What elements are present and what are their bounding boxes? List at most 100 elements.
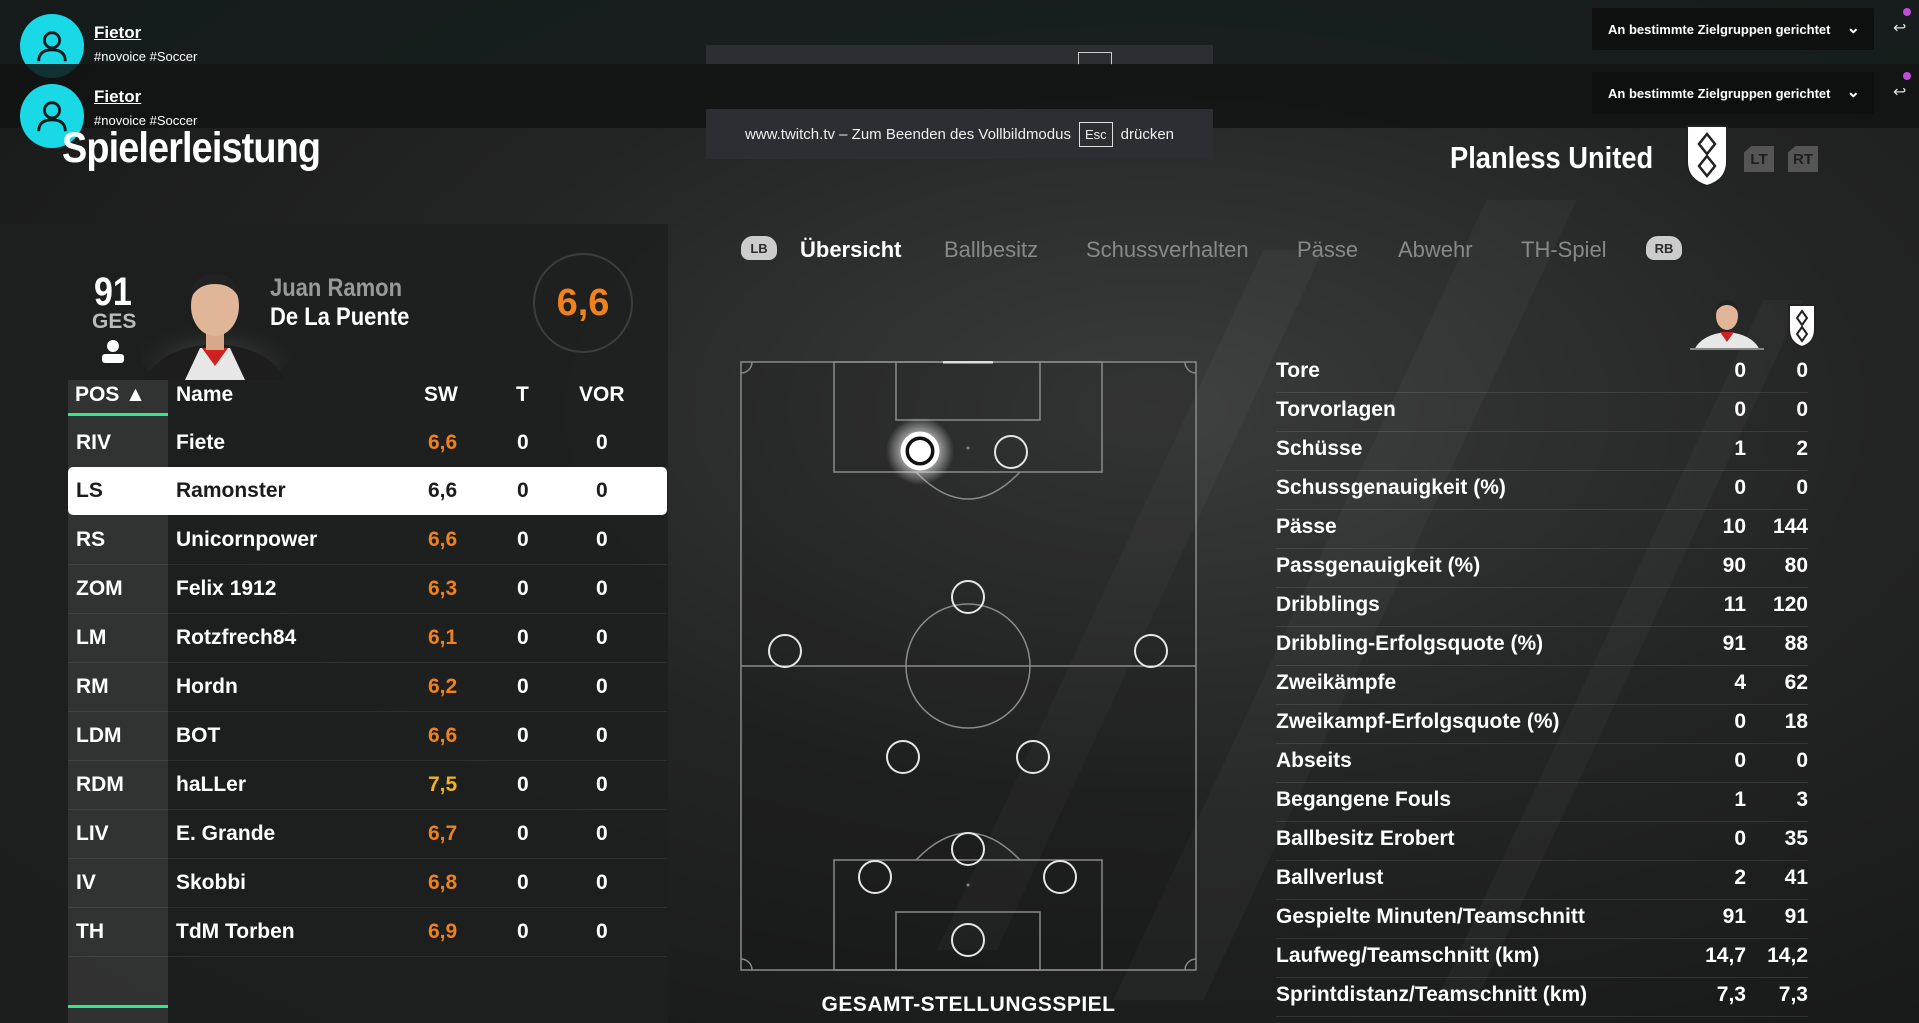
tab-uebersicht[interactable]: Übersicht	[800, 237, 901, 263]
tab-th-spiel[interactable]: TH-Spiel	[1521, 237, 1607, 263]
stat-row: Begangene Fouls 1 3	[1276, 782, 1808, 822]
overall-label: GES	[92, 310, 137, 333]
table-row[interactable]: RIV Fiete 6,6 0 0	[68, 419, 667, 468]
fullscreen-message: www.twitch.tv – Zum Beenden des Vollbild…	[706, 109, 1213, 159]
col-header-pos[interactable]: POS ▲	[75, 383, 146, 417]
tab-ballbesitz[interactable]: Ballbesitz	[944, 237, 1038, 263]
stat-team-value: 144	[1772, 515, 1808, 538]
player-first-name: Juan Ramon	[270, 274, 403, 302]
audience-button[interactable]: An bestimmte Zielgruppen gerichtet ⌄	[1592, 72, 1874, 114]
exit-icon[interactable]: ↩	[1893, 18, 1906, 37]
stat-team-value: 0	[1796, 398, 1808, 421]
table-row[interactable]: LDM BOT 6,6 0 0	[68, 712, 667, 761]
notification-dot	[1903, 8, 1911, 16]
cell-vor: 0	[596, 431, 608, 454]
cell-pos: LIV	[76, 822, 109, 845]
cell-name: BOT	[176, 724, 221, 747]
table-row[interactable]: LIV E. Grande 6,7 0 0	[68, 810, 667, 859]
lt-trigger-icon[interactable]: LT	[1744, 146, 1774, 172]
audience-button-ghost[interactable]: An bestimmte Zielgruppen gerichtet ⌄	[1592, 8, 1874, 50]
team-mini-crest-icon	[1788, 304, 1816, 349]
streamer-name[interactable]: Fietor	[94, 87, 141, 107]
stat-team-value: 0	[1796, 749, 1808, 772]
stat-player-value: 90	[1722, 554, 1746, 577]
user-icon	[37, 31, 67, 62]
stat-row: Laufweg/Teamschnitt (km) 14,7 14,2	[1276, 938, 1808, 978]
cell-name: Hordn	[176, 675, 238, 698]
stat-row: Tore 0 0	[1276, 353, 1808, 393]
stat-row: Schussgenauigkeit (%) 0 0	[1276, 470, 1808, 510]
lb-bumper-icon[interactable]: LB	[741, 236, 777, 260]
stat-label: Pässe	[1276, 515, 1337, 538]
cell-sw: 6,1	[428, 626, 458, 649]
stat-label: Ballverlust	[1276, 866, 1384, 889]
cell-sw: 6,6	[428, 431, 458, 454]
stat-row: Ballverlust 2 41	[1276, 860, 1808, 900]
cell-pos: RS	[76, 528, 106, 551]
cell-pos: RM	[76, 675, 109, 698]
streamer-name-ghost[interactable]: Fietor	[94, 23, 141, 43]
cell-name: Unicornpower	[176, 528, 318, 551]
pitch-label: GESAMT-STELLUNGSSPIEL	[821, 993, 1116, 1016]
cell-name: haLLer	[176, 773, 247, 796]
stat-player-value: 0	[1734, 710, 1746, 733]
stat-player-value: 14,7	[1705, 944, 1746, 967]
col-header-t[interactable]: T	[516, 383, 529, 417]
stat-row: Passgenauigkeit (%) 90 80	[1276, 548, 1808, 588]
rt-trigger-icon[interactable]: RT	[1788, 146, 1818, 172]
stat-player-value: 0	[1734, 827, 1746, 850]
table-row-selected[interactable]: LS Ramonster 6,6 0 0	[68, 467, 667, 515]
stream-tags-ghost: #novoice #Soccer	[94, 49, 198, 64]
cell-t: 0	[517, 822, 529, 845]
cell-vor: 0	[596, 626, 608, 649]
table-row[interactable]: RDM haLLer 7,5 0 0	[68, 761, 667, 810]
stat-row: Gespielte Minuten/Teamschnitt 91 91	[1276, 899, 1808, 939]
cell-pos: ZOM	[76, 577, 123, 600]
stat-team-value: 7,3	[1778, 983, 1808, 1006]
rb-bumper-icon[interactable]: RB	[1646, 236, 1682, 260]
cell-sw: 6,6	[428, 528, 458, 551]
table-row[interactable]: RS Unicornpower 6,6 0 0	[68, 516, 667, 565]
table-row[interactable]: ZOM Felix 1912 6,3 0 0	[68, 565, 667, 614]
stat-label: Abseits	[1276, 749, 1352, 772]
tab-abwehr[interactable]: Abwehr	[1398, 237, 1473, 263]
stat-player-value: 10	[1722, 515, 1746, 538]
col-header-name[interactable]: Name	[176, 383, 233, 417]
cell-sw: 6,6	[428, 724, 458, 747]
stat-player-value: 0	[1734, 359, 1746, 382]
col-header-sw[interactable]: SW	[424, 383, 458, 417]
table-row[interactable]: IV Skobbi 6,8 0 0	[68, 859, 667, 908]
cell-sw: 6,9	[428, 920, 458, 943]
cell-sw: 6,2	[428, 675, 458, 698]
cell-vor: 0	[596, 871, 608, 894]
team-name: Planless United	[1450, 140, 1654, 175]
cell-sw: 6,6	[428, 479, 458, 502]
cell-sw: 7,5	[428, 773, 458, 796]
table-row[interactable]: LM Rotzfrech84 6,1 0 0	[68, 614, 667, 663]
team-crest-icon	[1686, 125, 1728, 188]
cell-t: 0	[517, 675, 529, 698]
cell-vor: 0	[596, 479, 608, 502]
fullscreen-message-ghost	[706, 45, 1213, 65]
cell-sw: 6,8	[428, 871, 458, 894]
cell-t: 0	[517, 724, 529, 747]
cell-vor: 0	[596, 773, 608, 796]
tab-schussverhalten[interactable]: Schussverhalten	[1086, 237, 1249, 263]
tab-paesse[interactable]: Pässe	[1297, 237, 1358, 263]
table-row[interactable]: RM Hordn 6,2 0 0	[68, 663, 667, 712]
stat-row: Abseits 0 0	[1276, 743, 1808, 783]
cell-name: E. Grande	[176, 822, 276, 845]
chevron-down-icon: ⌄	[1846, 84, 1860, 101]
col-header-vor[interactable]: VOR	[579, 383, 625, 417]
cell-vor: 0	[596, 724, 608, 747]
stat-label: Begangene Fouls	[1276, 788, 1452, 811]
exit-icon[interactable]: ↩	[1893, 82, 1906, 101]
overall-rating: 91	[94, 270, 132, 314]
player-last-name: De La Puente	[270, 303, 410, 331]
table-row[interactable]: TH TdM Torben 6,9 0 0	[68, 908, 667, 957]
cell-name: Felix 1912	[176, 577, 277, 600]
stat-team-value: 62	[1784, 671, 1808, 694]
stat-team-value: 3	[1796, 788, 1808, 811]
stat-label: Dribblings	[1276, 593, 1380, 616]
cell-pos: LS	[76, 479, 103, 502]
